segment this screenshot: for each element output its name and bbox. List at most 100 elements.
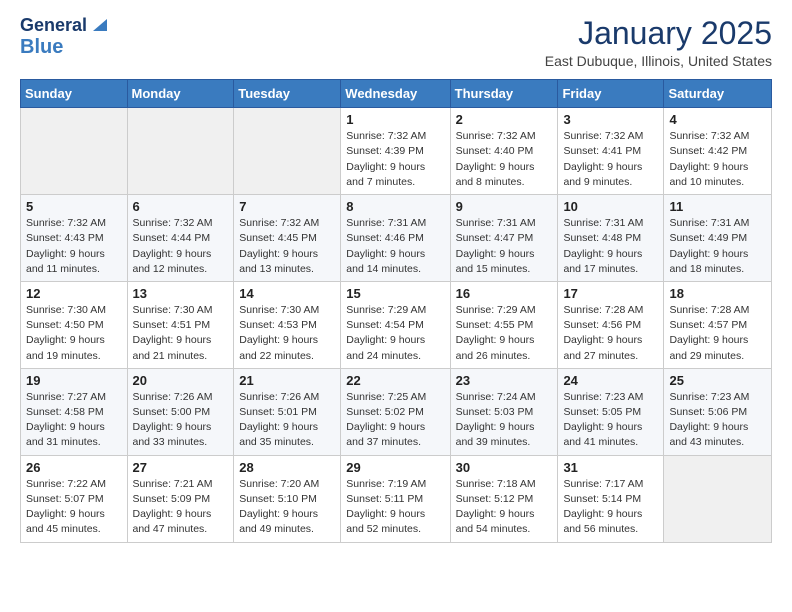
calendar: SundayMondayTuesdayWednesdayThursdayFrid… <box>20 79 772 542</box>
calendar-cell: 25 Sunrise: 7:23 AMSunset: 5:06 PMDayligh… <box>664 368 772 455</box>
day-number: 25 <box>669 373 766 388</box>
day-number: 12 <box>26 286 122 301</box>
day-info: Sunrise: 7:32 AMSunset: 4:43 PMDaylight:… <box>26 216 122 277</box>
logo-triangle-icon <box>89 13 111 35</box>
weekday-header: Friday <box>558 80 664 108</box>
day-info: Sunrise: 7:30 AMSunset: 4:50 PMDaylight:… <box>26 303 122 364</box>
day-number: 15 <box>346 286 444 301</box>
calendar-cell: 21 Sunrise: 7:26 AMSunset: 5:01 PMDayligh… <box>234 368 341 455</box>
calendar-cell: 19Sunrise: 7:27 AMSunset: 4:58 PMDayligh… <box>21 368 128 455</box>
day-info: Sunrise: 7:26 AMSunset: 5:01 PMDaylight:… <box>239 390 335 451</box>
weekday-header: Sunday <box>21 80 128 108</box>
calendar-week-row: 5 Sunrise: 7:32 AMSunset: 4:43 PMDaylight… <box>21 195 772 282</box>
day-number: 18 <box>669 286 766 301</box>
day-number: 17 <box>563 286 658 301</box>
weekday-header: Thursday <box>450 80 558 108</box>
day-number: 20 <box>133 373 229 388</box>
day-info: Sunrise: 7:32 AMSunset: 4:42 PMDaylight:… <box>669 129 766 190</box>
calendar-cell: 3 Sunrise: 7:32 AMSunset: 4:41 PMDaylight… <box>558 108 664 195</box>
day-number: 14 <box>239 286 335 301</box>
calendar-cell: 10 Sunrise: 7:31 AMSunset: 4:48 PMDayligh… <box>558 195 664 282</box>
day-number: 29 <box>346 460 444 475</box>
day-info: Sunrise: 7:32 AMSunset: 4:44 PMDaylight:… <box>133 216 229 277</box>
calendar-cell: 27Sunrise: 7:21 AMSunset: 5:09 PMDayligh… <box>127 455 234 542</box>
logo: General Blue <box>20 16 111 58</box>
calendar-cell <box>664 455 772 542</box>
calendar-cell: 8 Sunrise: 7:31 AMSunset: 4:46 PMDaylight… <box>341 195 450 282</box>
day-info: Sunrise: 7:17 AMSunset: 5:14 PMDaylight:… <box>563 477 658 538</box>
day-info: Sunrise: 7:30 AMSunset: 4:51 PMDaylight:… <box>133 303 229 364</box>
day-info: Sunrise: 7:23 AMSunset: 5:05 PMDaylight:… <box>563 390 658 451</box>
day-info: Sunrise: 7:32 AMSunset: 4:39 PMDaylight:… <box>346 129 444 190</box>
calendar-cell <box>234 108 341 195</box>
day-info: Sunrise: 7:32 AMSunset: 4:41 PMDaylight:… <box>563 129 658 190</box>
day-number: 28 <box>239 460 335 475</box>
day-info: Sunrise: 7:30 AMSunset: 4:53 PMDaylight:… <box>239 303 335 364</box>
weekday-header: Wednesday <box>341 80 450 108</box>
calendar-cell: 7 Sunrise: 7:32 AMSunset: 4:45 PMDaylight… <box>234 195 341 282</box>
calendar-cell: 28 Sunrise: 7:20 AMSunset: 5:10 PMDayligh… <box>234 455 341 542</box>
day-info: Sunrise: 7:26 AMSunset: 5:00 PMDaylight:… <box>133 390 229 451</box>
day-info: Sunrise: 7:22 AMSunset: 5:07 PMDaylight:… <box>26 477 122 538</box>
day-info: Sunrise: 7:18 AMSunset: 5:12 PMDaylight:… <box>456 477 553 538</box>
calendar-cell: 31Sunrise: 7:17 AMSunset: 5:14 PMDayligh… <box>558 455 664 542</box>
location-title: East Dubuque, Illinois, United States <box>545 53 772 69</box>
calendar-cell: 6 Sunrise: 7:32 AMSunset: 4:44 PMDaylight… <box>127 195 234 282</box>
day-number: 23 <box>456 373 553 388</box>
day-number: 1 <box>346 112 444 127</box>
weekday-header: Tuesday <box>234 80 341 108</box>
day-number: 5 <box>26 199 122 214</box>
day-number: 9 <box>456 199 553 214</box>
logo-general: General <box>20 16 87 36</box>
day-info: Sunrise: 7:31 AMSunset: 4:46 PMDaylight:… <box>346 216 444 277</box>
day-number: 26 <box>26 460 122 475</box>
day-number: 24 <box>563 373 658 388</box>
day-info: Sunrise: 7:31 AMSunset: 4:48 PMDaylight:… <box>563 216 658 277</box>
calendar-cell: 22Sunrise: 7:25 AMSunset: 5:02 PMDayligh… <box>341 368 450 455</box>
calendar-cell: 17Sunrise: 7:28 AMSunset: 4:56 PMDayligh… <box>558 281 664 368</box>
calendar-cell: 4Sunrise: 7:32 AMSunset: 4:42 PMDaylight… <box>664 108 772 195</box>
calendar-cell: 20 Sunrise: 7:26 AMSunset: 5:00 PMDayligh… <box>127 368 234 455</box>
day-number: 19 <box>26 373 122 388</box>
day-number: 6 <box>133 199 229 214</box>
calendar-cell: 30 Sunrise: 7:18 AMSunset: 5:12 PMDayligh… <box>450 455 558 542</box>
day-info: Sunrise: 7:20 AMSunset: 5:10 PMDaylight:… <box>239 477 335 538</box>
day-info: Sunrise: 7:29 AMSunset: 4:55 PMDaylight:… <box>456 303 553 364</box>
day-number: 30 <box>456 460 553 475</box>
logo-blue: Blue <box>20 36 63 58</box>
day-info: Sunrise: 7:24 AMSunset: 5:03 PMDaylight:… <box>456 390 553 451</box>
day-info: Sunrise: 7:32 AMSunset: 4:45 PMDaylight:… <box>239 216 335 277</box>
day-number: 3 <box>563 112 658 127</box>
day-info: Sunrise: 7:25 AMSunset: 5:02 PMDaylight:… <box>346 390 444 451</box>
calendar-cell: 18Sunrise: 7:28 AMSunset: 4:57 PMDayligh… <box>664 281 772 368</box>
calendar-week-row: 26 Sunrise: 7:22 AMSunset: 5:07 PMDayligh… <box>21 455 772 542</box>
page: General Blue January 2025 East Dubuque, … <box>0 0 792 612</box>
calendar-cell: 12 Sunrise: 7:30 AMSunset: 4:50 PMDayligh… <box>21 281 128 368</box>
calendar-cell: 5 Sunrise: 7:32 AMSunset: 4:43 PMDaylight… <box>21 195 128 282</box>
day-number: 10 <box>563 199 658 214</box>
calendar-week-row: 1 Sunrise: 7:32 AMSunset: 4:39 PMDaylight… <box>21 108 772 195</box>
day-number: 2 <box>456 112 553 127</box>
day-info: Sunrise: 7:29 AMSunset: 4:54 PMDaylight:… <box>346 303 444 364</box>
header: General Blue January 2025 East Dubuque, … <box>20 16 772 69</box>
calendar-cell: 16 Sunrise: 7:29 AMSunset: 4:55 PMDayligh… <box>450 281 558 368</box>
weekday-header: Monday <box>127 80 234 108</box>
day-number: 16 <box>456 286 553 301</box>
calendar-cell: 13 Sunrise: 7:30 AMSunset: 4:51 PMDayligh… <box>127 281 234 368</box>
day-number: 21 <box>239 373 335 388</box>
calendar-cell: 15 Sunrise: 7:29 AMSunset: 4:54 PMDayligh… <box>341 281 450 368</box>
weekday-header: Saturday <box>664 80 772 108</box>
title-area: January 2025 East Dubuque, Illinois, Uni… <box>545 16 772 69</box>
day-number: 13 <box>133 286 229 301</box>
day-number: 8 <box>346 199 444 214</box>
day-number: 7 <box>239 199 335 214</box>
calendar-cell: 2Sunrise: 7:32 AMSunset: 4:40 PMDaylight… <box>450 108 558 195</box>
calendar-cell: 11Sunrise: 7:31 AMSunset: 4:49 PMDayligh… <box>664 195 772 282</box>
calendar-cell <box>21 108 128 195</box>
day-number: 11 <box>669 199 766 214</box>
calendar-week-row: 19Sunrise: 7:27 AMSunset: 4:58 PMDayligh… <box>21 368 772 455</box>
day-info: Sunrise: 7:23 AMSunset: 5:06 PMDaylight:… <box>669 390 766 451</box>
calendar-cell: 1 Sunrise: 7:32 AMSunset: 4:39 PMDaylight… <box>341 108 450 195</box>
calendar-cell: 9Sunrise: 7:31 AMSunset: 4:47 PMDaylight… <box>450 195 558 282</box>
calendar-cell <box>127 108 234 195</box>
